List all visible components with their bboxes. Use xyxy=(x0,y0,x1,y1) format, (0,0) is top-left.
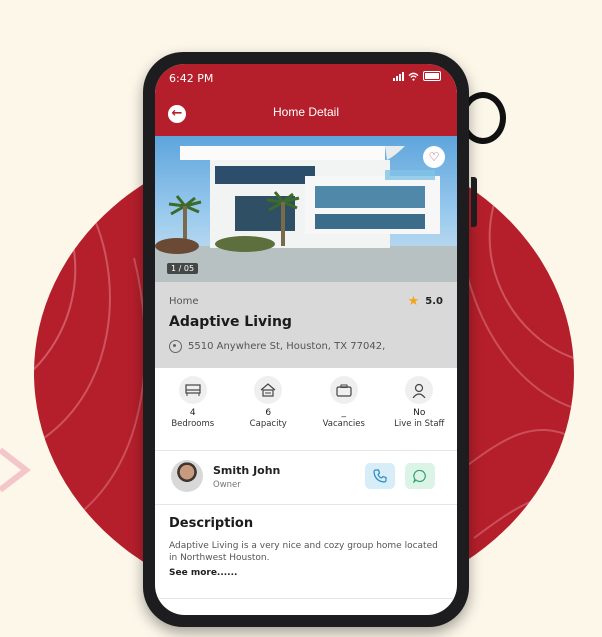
owner-name: Smith John xyxy=(213,464,281,477)
owner-avatar xyxy=(171,460,203,492)
divider xyxy=(155,598,457,599)
feature-capacity: 6 Capacity xyxy=(232,376,304,446)
feature-value: 4 xyxy=(189,408,196,418)
description-text: Adaptive Living is a very nice and cozy … xyxy=(169,541,438,563)
feature-vacancies: _ Vacancies xyxy=(308,376,380,446)
feature-label: Capacity xyxy=(249,419,287,429)
divider xyxy=(155,450,457,451)
address-row: 5510 Anywhere St, Houston, TX 77042, xyxy=(169,340,385,353)
hero-image[interactable]: ♡ 1 / 05 xyxy=(155,136,457,282)
status-time: 6:42 PM xyxy=(169,72,214,85)
location-pin-icon xyxy=(169,340,182,353)
feature-label: Vacancies xyxy=(322,419,365,429)
bed-icon xyxy=(178,376,207,404)
feature-list: 4 Bedrooms 6 Capacity _ Vacancies No Liv… xyxy=(155,376,457,446)
rating: ★ 5.0 xyxy=(408,294,443,309)
phone-screen: 6:42 PM ← Home Detail ♡ 1 / 05 Home ★ 5.… xyxy=(155,64,457,615)
description-title: Description xyxy=(169,516,254,531)
status-icons xyxy=(393,71,441,81)
listing-info: Home ★ 5.0 Adaptive Living 5510 Anywhere… xyxy=(155,282,457,368)
home-capacity-icon xyxy=(254,376,283,404)
page-title: Home Detail xyxy=(272,105,340,119)
rating-value: 5.0 xyxy=(425,296,443,307)
feature-label: Live in Staff xyxy=(394,419,445,429)
staff-icon xyxy=(405,376,434,404)
feature-live-in-staff: No Live in Staff xyxy=(383,376,455,446)
briefcase-icon xyxy=(329,376,358,404)
wifi-icon xyxy=(408,72,419,81)
call-button[interactable] xyxy=(365,463,395,489)
app-bar: ← Home Detail xyxy=(155,92,457,136)
owner-row: Smith John Owner xyxy=(155,456,457,498)
signal-icon xyxy=(393,71,404,81)
favorite-heart-button[interactable]: ♡ xyxy=(423,146,445,168)
status-bar: 6:42 PM xyxy=(155,64,457,92)
chevron-decoration xyxy=(0,447,31,493)
see-more-link[interactable]: See more...... xyxy=(169,568,237,578)
star-icon: ★ xyxy=(407,294,420,309)
feature-bedrooms: 4 Bedrooms xyxy=(157,376,229,446)
chat-button[interactable] xyxy=(405,463,435,489)
listing-address: 5510 Anywhere St, Houston, TX 77042, xyxy=(188,341,386,352)
listing-name: Adaptive Living xyxy=(169,314,292,330)
feature-value: 6 xyxy=(265,408,272,418)
feature-value: _ xyxy=(341,408,347,418)
battery-icon xyxy=(423,71,441,81)
chat-bubble-icon xyxy=(413,469,426,483)
phone-side-button xyxy=(471,177,477,227)
phone-icon xyxy=(373,469,387,483)
feature-value: No xyxy=(413,408,426,418)
house-photo xyxy=(155,146,457,282)
listing-category: Home xyxy=(169,296,199,307)
phone-frame: 6:42 PM ← Home Detail ♡ 1 / 05 Home ★ 5.… xyxy=(143,52,477,627)
image-counter: 1 / 05 xyxy=(167,263,199,274)
owner-role: Owner xyxy=(213,480,241,490)
divider xyxy=(155,504,457,505)
feature-label: Bedrooms xyxy=(171,419,215,429)
